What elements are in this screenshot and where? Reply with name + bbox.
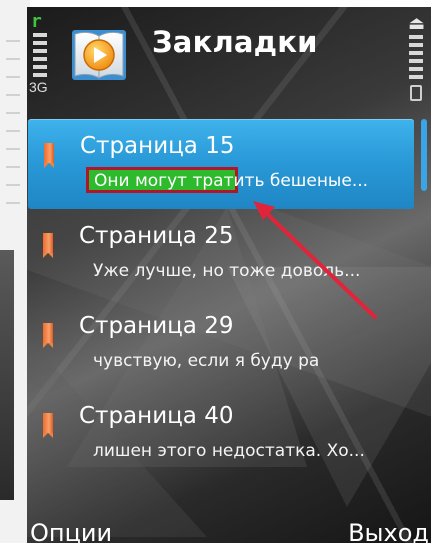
- battery-bars-icon: [409, 35, 423, 81]
- scrollbar[interactable]: [419, 119, 427, 519]
- bookmark-item[interactable]: Страница 15 Они могут тратить бешеные...: [28, 119, 414, 209]
- phone-screen: r 3G ⏏ Закладки Страница 15 Они могут тр…: [27, 7, 431, 543]
- bookmark-icon: [43, 413, 53, 438]
- bookmark-title: Страница 40: [79, 403, 234, 429]
- bookmark-icon: [44, 143, 54, 168]
- bookmark-snippet: чувствую, если я буду ра: [93, 351, 320, 371]
- background-page: [0, 0, 30, 543]
- options-softkey[interactable]: Опции: [30, 519, 112, 543]
- bookmark-item[interactable]: Страница 29 чувствую, если я буду ра: [27, 299, 415, 389]
- page-title: Закладки: [152, 25, 318, 59]
- signal-icon: r: [31, 11, 42, 32]
- bookmark-icon: [43, 233, 53, 258]
- bookmark-title: Страница 29: [79, 313, 234, 339]
- background-dark-strip: [0, 250, 14, 500]
- upload-icon: ⏏: [407, 13, 425, 34]
- bookmark-item[interactable]: Страница 40 лишен этого недостатка. Хо..…: [27, 389, 415, 479]
- bookmark-title: Страница 15: [80, 133, 235, 159]
- network-type-label: 3G: [29, 79, 48, 95]
- background-text-lines: [6, 40, 20, 210]
- signal-indicator: r: [31, 11, 49, 79]
- bookmark-item[interactable]: Страница 25 Уже лучше, но тоже доволь...: [27, 209, 415, 299]
- bookmark-icon: [43, 323, 53, 348]
- bookmark-title: Страница 25: [79, 223, 234, 249]
- bookmark-snippet: Уже лучше, но тоже доволь...: [93, 261, 361, 281]
- bookmark-snippet: Они могут тратить бешеные...: [94, 171, 369, 191]
- bookmark-snippet: лишен этого недостатка. Хо...: [93, 441, 365, 461]
- scrollbar-thumb[interactable]: [421, 119, 427, 191]
- battery-icon: [410, 85, 422, 101]
- signal-bars-icon: [33, 33, 47, 79]
- book-play-icon: [72, 30, 126, 80]
- bookmark-list: Страница 15 Они могут тратить бешеные...…: [27, 119, 431, 479]
- exit-softkey[interactable]: Выход: [348, 519, 429, 543]
- battery-indicator: ⏏: [407, 13, 425, 101]
